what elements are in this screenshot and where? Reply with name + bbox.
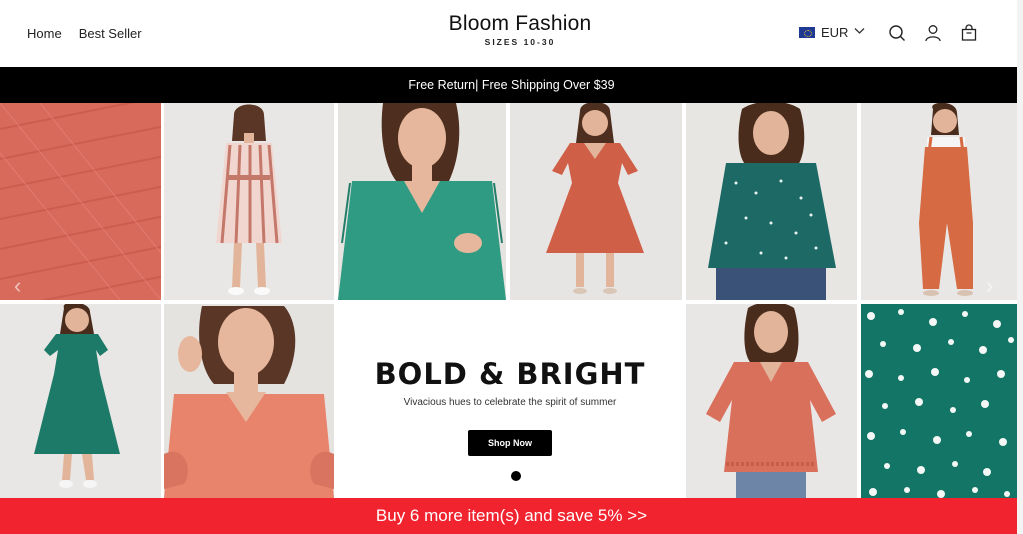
brand-name: Bloom Fashion <box>448 12 592 35</box>
shopping-bag-icon[interactable] <box>960 24 978 42</box>
hero-subline: Vivacious hues to celebrate the spirit o… <box>403 397 617 408</box>
search-icon[interactable] <box>888 24 906 42</box>
header-icons <box>888 24 978 42</box>
green-dress-image[interactable] <box>0 304 161 498</box>
striped-dress-image[interactable] <box>164 103 334 300</box>
hero-headline: BOLD & BRIGHT <box>374 357 646 391</box>
site-header: Home Best Seller Bloom Fashion SIZES 10-… <box>0 0 1023 67</box>
eu-flag-icon <box>799 27 815 38</box>
carousel-dot[interactable] <box>511 471 521 481</box>
coral-blouse-image[interactable] <box>164 304 334 498</box>
overall-jumpsuit-image[interactable] <box>861 103 1017 300</box>
green-top-image[interactable] <box>338 103 506 300</box>
teal-dot-top-image[interactable] <box>686 103 857 300</box>
hero-promo: BOLD & BRIGHT Vivacious hues to celebrat… <box>336 304 684 498</box>
currency-selector[interactable]: EUR <box>799 25 865 40</box>
carousel-next-icon[interactable]: › <box>986 273 993 299</box>
coral-tie-blouse-image[interactable] <box>686 304 857 498</box>
fabric-coral-image[interactable] <box>0 103 161 300</box>
nav-best-seller[interactable]: Best Seller <box>79 26 142 41</box>
user-icon[interactable] <box>924 24 942 42</box>
page-scrollbar[interactable] <box>1017 0 1023 534</box>
carousel-prev-icon[interactable]: ‹ <box>14 273 21 299</box>
brand-logo[interactable]: Bloom Fashion SIZES 10-30 <box>420 12 620 47</box>
main-nav: Home Best Seller <box>27 26 142 41</box>
promo-banner: Free Return| Free Shipping Over $39 <box>0 67 1023 103</box>
bundle-save-banner[interactable]: Buy 6 more item(s) and save 5% >> <box>0 498 1023 534</box>
currency-label: EUR <box>821 25 849 40</box>
brand-tagline: SIZES 10-30 <box>484 37 556 47</box>
hero-grid: BOLD & BRIGHT Vivacious hues to celebrat… <box>0 103 1023 498</box>
chevron-down-icon <box>854 27 865 38</box>
storefront-page: Home Best Seller Bloom Fashion SIZES 10-… <box>0 0 1023 534</box>
nav-home[interactable]: Home <box>27 26 62 41</box>
fabric-teal-dot-image[interactable] <box>861 304 1017 498</box>
coral-midi-dress-image[interactable] <box>510 103 682 300</box>
shop-now-button[interactable]: Shop Now <box>468 430 552 456</box>
